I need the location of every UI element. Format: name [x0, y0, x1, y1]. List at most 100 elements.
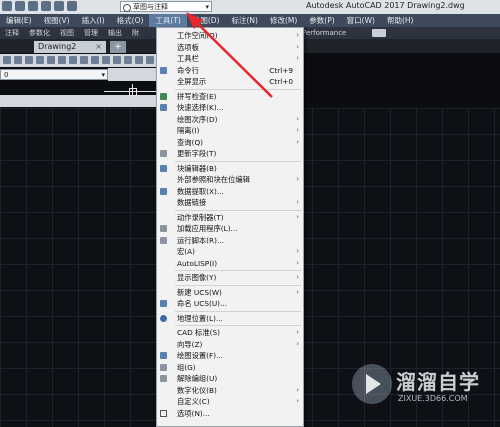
toolbar-tool-icon[interactable]	[146, 56, 154, 64]
tools-menu-item[interactable]: 新建 UCS(W) ›	[157, 287, 303, 299]
menu-item-label: 地理位置(L)...	[177, 313, 223, 323]
toolbar-tool-icon[interactable]	[25, 56, 33, 64]
menu-item-label: 解除编组(U)	[177, 374, 218, 383]
redo-icon[interactable]	[67, 1, 77, 11]
menu-item[interactable]: 工具(T)	[149, 14, 187, 27]
tools-menu-item[interactable]: 命名 UCS(U)...	[157, 298, 303, 310]
tools-menu-item[interactable]: 解除编组(U)	[157, 373, 303, 385]
tools-menu-item[interactable]: 宏(A) ›	[157, 246, 303, 258]
print-icon[interactable]	[28, 1, 38, 11]
toolbar-tool-icon[interactable]	[58, 56, 66, 64]
menu-item[interactable]: 修改(M)	[264, 14, 303, 27]
menu-item-label: CAD 标准(S)	[177, 328, 220, 337]
ribbon-tab[interactable]: 参数化	[24, 27, 55, 39]
tools-menu-item[interactable]: 查询(Q) ›	[157, 137, 303, 149]
menu-item-label: 查询(Q)	[177, 137, 204, 147]
tools-menu-item[interactable]: 快速选择(K)...	[157, 102, 303, 114]
tools-menu-item[interactable]: 数据链接 ›	[157, 197, 303, 209]
ribbon-toggle-button[interactable]	[372, 29, 386, 37]
tools-menu-item[interactable]: 显示图像(Y) ›	[157, 272, 303, 284]
toolbar-tool-icon[interactable]	[69, 56, 77, 64]
tools-menu-item[interactable]: 隔离(I) ›	[157, 125, 303, 137]
menu-item[interactable]: 插入(I)	[76, 14, 111, 27]
menu-item-label: 工具栏	[177, 54, 199, 63]
tools-menu-item[interactable]: 组(G)	[157, 362, 303, 374]
tools-menu-item[interactable]: 工作空间(O) ›	[157, 30, 303, 42]
close-icon[interactable]: ×	[95, 41, 102, 53]
menu-item[interactable]: 视图(V)	[38, 14, 76, 27]
toolbar-tool-icon[interactable]	[91, 56, 99, 64]
tools-menu-item[interactable]: 数字化仪(B) ›	[157, 385, 303, 397]
tools-menu-item[interactable]: 向导(Z) ›	[157, 339, 303, 351]
toolbar-tool-icon[interactable]	[80, 56, 88, 64]
tools-menu-item[interactable]: 运行脚本(R)...	[157, 235, 303, 247]
ribbon-tab[interactable]: 附	[127, 27, 144, 39]
tools-menu-item[interactable]: 拼写检查(E)	[157, 91, 303, 103]
pickbox	[129, 88, 137, 96]
tools-menu-item[interactable]: 选项板 ›	[157, 42, 303, 54]
tools-menu-item[interactable]: 全屏显示 Ctrl+0	[157, 76, 303, 88]
tools-menu-item[interactable]: AutoLISP(I) ›	[157, 258, 303, 270]
menu-item-label: 向导(Z)	[177, 339, 203, 349]
save-as-icon[interactable]	[15, 1, 25, 11]
menu-item-shortcut: Ctrl+9	[269, 65, 293, 75]
toolbar-tool-icon[interactable]	[14, 56, 22, 64]
menu-item[interactable]: 窗口(W)	[341, 14, 381, 27]
tools-menu-item[interactable]: 命令行 Ctrl+9	[157, 65, 303, 77]
tab-drawing2[interactable]: Drawing2 ×	[34, 41, 106, 53]
update-field-icon	[160, 150, 167, 157]
tools-menu-item[interactable]: CAD 标准(S) ›	[157, 327, 303, 339]
tools-menu-item[interactable]: 数据提取(X)...	[157, 186, 303, 198]
tools-menu-item[interactable]: 外部参照和块在位编辑 ›	[157, 174, 303, 186]
layer-select[interactable]: 0 ▾	[0, 69, 108, 80]
tools-menu-item[interactable]: 块编辑器(B)	[157, 163, 303, 175]
tools-menu-item[interactable]: 工具栏 ›	[157, 53, 303, 65]
tools-menu: 工作空间(O) › 选项板 › 工具栏 › 命令行 Ctrl+9 全屏显示 Ctrl+0 拼写检查(…	[156, 27, 304, 427]
tools-menu-item[interactable]: 自定义(C) ›	[157, 396, 303, 408]
submenu-arrow-icon: ›	[296, 114, 299, 123]
save-icon[interactable]	[2, 1, 12, 11]
gear-icon	[123, 4, 131, 12]
toolbar-tool-icon[interactable]	[102, 56, 110, 64]
toolbar-tool-icon[interactable]	[124, 56, 132, 64]
ribbon-tab[interactable]: 输出	[103, 27, 127, 39]
menu-item-shortcut: Ctrl+0	[269, 77, 293, 86]
menu-item-label: 选项板	[177, 42, 199, 52]
spell-check-icon	[160, 92, 167, 100]
toolbar-tool-icon[interactable]	[36, 56, 44, 64]
quick-select-icon	[160, 104, 167, 111]
menu-item[interactable]: 编辑(E)	[0, 14, 38, 27]
toolbar-tool-icon[interactable]	[113, 56, 121, 64]
tools-menu-item[interactable]: 地理位置(L)...	[157, 313, 303, 325]
toolbar-tool-icon[interactable]	[47, 56, 55, 64]
ribbon-tab-performance[interactable]: Performance	[302, 27, 346, 39]
submenu-arrow-icon: ›	[296, 126, 299, 134]
plot-icon[interactable]	[41, 1, 51, 11]
watermark-logo-icon	[352, 364, 392, 404]
tools-menu-item[interactable]: 更新字段(T)	[157, 148, 303, 160]
menu-item[interactable]: 绘图(D)	[187, 14, 226, 27]
tools-menu-item[interactable]: 绘图设置(F)...	[157, 350, 303, 362]
menu-item-label: 数据链接	[177, 198, 207, 207]
tab-label: Drawing2	[38, 42, 77, 51]
toolbar-tool-icon[interactable]	[135, 56, 143, 64]
menu-item[interactable]: 格式(O)	[111, 14, 150, 27]
menu-item[interactable]: 帮助(H)	[381, 14, 420, 27]
menu-item[interactable]: 参数(P)	[303, 14, 340, 27]
undo-icon[interactable]	[54, 1, 64, 11]
toolbar-tool-icon[interactable]	[3, 56, 11, 64]
tools-menu-item[interactable]: 动作录制器(T) ›	[157, 212, 303, 224]
ribbon-tab[interactable]: 注释	[0, 27, 24, 39]
tools-menu-item[interactable]: 绘图次序(D) ›	[157, 114, 303, 126]
tools-menu-item[interactable]: 选项(N)...	[157, 408, 303, 420]
menu-separator	[175, 325, 301, 326]
tools-menu-item[interactable]: 加载应用程序(L)...	[157, 223, 303, 235]
ribbon-tab[interactable]: 管理	[79, 27, 103, 39]
new-tab-button[interactable]: +	[110, 41, 126, 53]
submenu-arrow-icon: ›	[296, 31, 299, 39]
workspace-select[interactable]: 草图与注释 ▾	[120, 1, 212, 12]
data-extract-icon	[160, 187, 167, 195]
menu-item[interactable]: 标注(N)	[226, 14, 264, 27]
ribbon-tab[interactable]: 视图	[55, 27, 79, 39]
dimension-toolbar	[0, 95, 160, 107]
